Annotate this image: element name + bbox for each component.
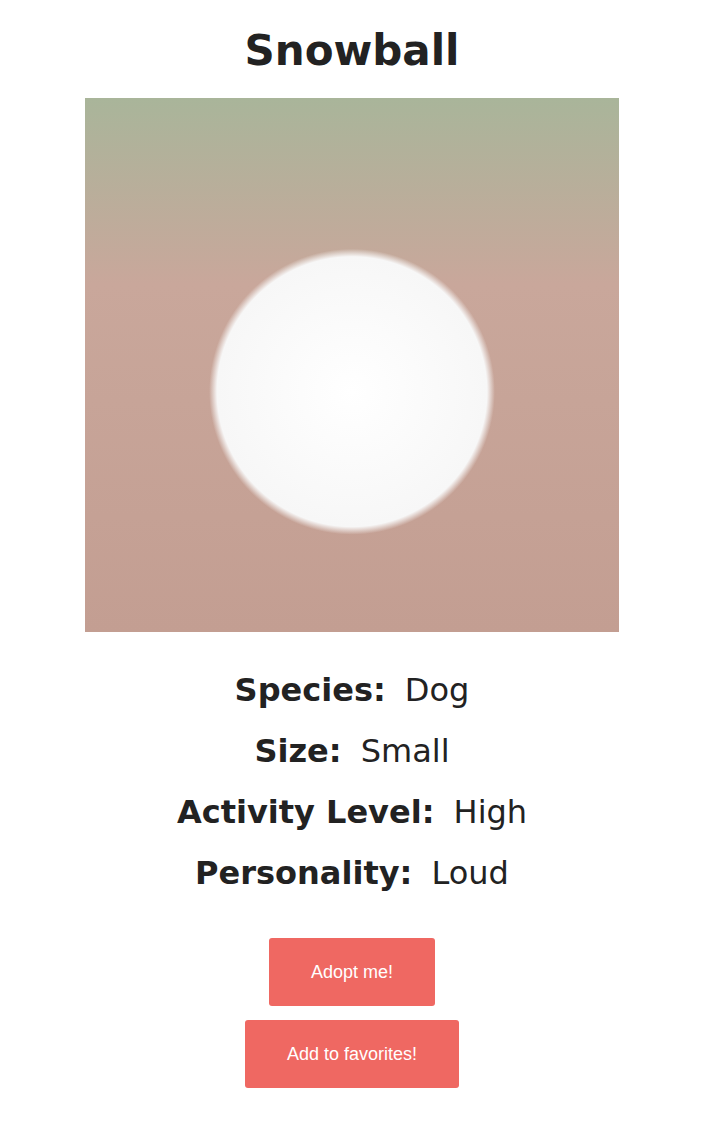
detail-value: Loud: [431, 854, 508, 892]
detail-value: Small: [361, 732, 450, 770]
detail-label: Personality:: [195, 854, 412, 892]
action-button[interactable]: Adopt me!: [269, 938, 435, 1006]
detail-row: Size: Small: [254, 721, 449, 782]
action-button[interactable]: Add to favorites!: [245, 1020, 459, 1088]
detail-label: Activity Level:: [177, 793, 435, 831]
pet-name: Snowball: [244, 24, 459, 78]
detail-row: Personality: Loud: [195, 843, 509, 904]
action-buttons: Adopt me! Add to favorites!: [245, 938, 459, 1088]
detail-label: Size:: [254, 732, 341, 770]
pet-page: Snowball Species: DogSize: SmallActivity…: [0, 0, 704, 1118]
detail-label: Species:: [235, 671, 386, 709]
pet-details: Species: DogSize: SmallActivity Level: H…: [177, 660, 527, 904]
detail-value: High: [454, 793, 528, 831]
detail-row: Activity Level: High: [177, 782, 527, 843]
detail-value: Dog: [405, 671, 470, 709]
pet-photo: [85, 98, 619, 632]
detail-row: Species: Dog: [235, 660, 470, 721]
